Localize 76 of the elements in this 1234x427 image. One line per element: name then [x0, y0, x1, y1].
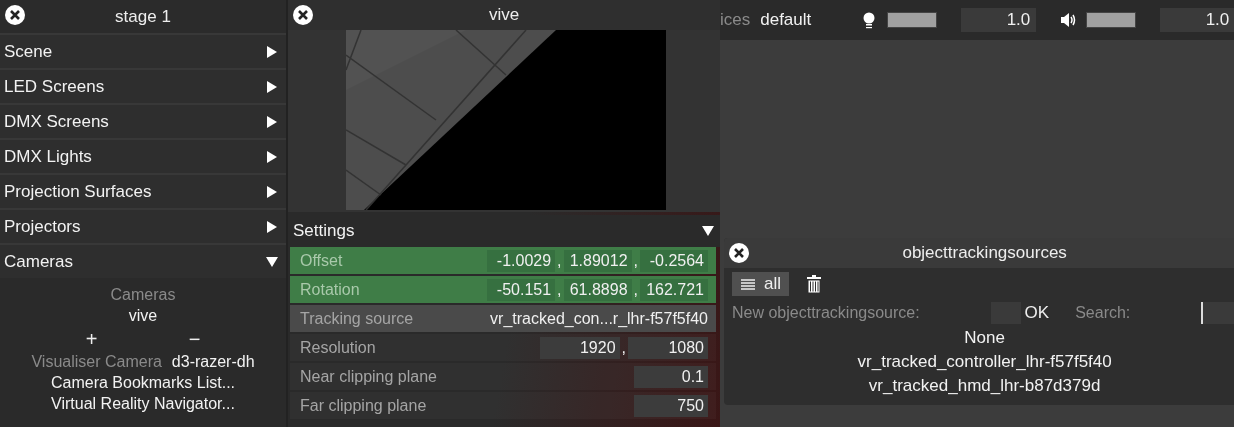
- property-label: Rotation: [300, 280, 360, 299]
- section-label: Scene: [4, 41, 53, 62]
- separator-text: ,: [621, 338, 626, 357]
- section-header[interactable]: Cameras: [0, 243, 286, 278]
- volume-slider[interactable]: [1086, 12, 1137, 28]
- section-header[interactable]: Scene: [0, 33, 286, 68]
- property-label: Resolution: [300, 338, 376, 357]
- menu-link[interactable]: Camera Bookmarks List...: [50, 374, 236, 392]
- panel-title: stage 1: [115, 6, 171, 27]
- camera-value[interactable]: d3-razer-dh: [171, 353, 255, 371]
- separator-text: ,: [557, 280, 562, 299]
- filter-button[interactable]: all: [732, 272, 789, 296]
- number-field[interactable]: 1.0: [1160, 8, 1234, 32]
- number-field[interactable]: -1.0029: [487, 249, 556, 272]
- search-field[interactable]: [1201, 302, 1234, 324]
- caret-right-icon[interactable]: [266, 220, 278, 233]
- remove-button[interactable]: −: [182, 328, 207, 350]
- section-label: Settings: [293, 221, 355, 241]
- section-header[interactable]: Projectors: [0, 208, 286, 243]
- number-field[interactable]: 0.1: [634, 365, 708, 388]
- close-icon[interactable]: [4, 4, 26, 26]
- section-header[interactable]: LED Screens: [0, 68, 286, 103]
- caret-right-icon[interactable]: [266, 80, 278, 93]
- number-field[interactable]: 1920: [539, 336, 620, 359]
- section-label: Projectors: [4, 216, 81, 237]
- panel-title: vive: [488, 5, 520, 25]
- dropdown-value[interactable]: vr_tracked_con...r_lhr-f57f5f40: [490, 309, 708, 328]
- caret-down-icon[interactable]: [702, 225, 714, 237]
- number-field[interactable]: 162.721: [640, 278, 708, 301]
- speaker-icon: [1060, 11, 1077, 29]
- property-label: Offset: [300, 251, 343, 270]
- section-label: Projection Surfaces: [4, 181, 152, 202]
- section-label: DMX Lights: [4, 146, 92, 167]
- number-field[interactable]: 750: [634, 394, 708, 417]
- list-item[interactable]: vr_tracked_hmd_lhr-b87d379d: [868, 374, 1101, 398]
- close-icon[interactable]: [728, 242, 750, 264]
- caret-right-icon[interactable]: [266, 115, 278, 128]
- separator-text: ,: [557, 251, 562, 270]
- number-field[interactable]: -50.151: [487, 278, 556, 301]
- field-label: Search:: [1075, 304, 1131, 322]
- property-label: Tracking source: [300, 309, 414, 328]
- caret-down-icon[interactable]: [266, 255, 278, 268]
- field-label: ices: [720, 10, 751, 30]
- section-header[interactable]: DMX Screens: [0, 103, 286, 138]
- ok-button[interactable]: OK: [1020, 303, 1054, 323]
- list-icon: [740, 278, 756, 290]
- camera-item[interactable]: vive: [128, 307, 158, 325]
- property-label: Far clipping plane: [300, 396, 427, 415]
- list-item[interactable]: vr_tracked_controller_lhr-f57f5f40: [857, 350, 1112, 374]
- number-field[interactable]: 1.0: [961, 8, 1037, 32]
- field-label: Visualiser Camera: [31, 353, 162, 371]
- section-label: Cameras: [4, 251, 73, 272]
- field-label: New objecttrackingsource:: [732, 304, 920, 322]
- device-value[interactable]: default: [760, 10, 812, 30]
- brightness-slider[interactable]: [887, 12, 938, 28]
- separator-text: ,: [633, 280, 638, 299]
- number-field[interactable]: 1080: [628, 336, 708, 359]
- number-field[interactable]: 1.89012: [563, 249, 632, 272]
- caret-right-icon[interactable]: [266, 150, 278, 163]
- caret-right-icon[interactable]: [266, 45, 278, 58]
- property-label: Near clipping plane: [300, 367, 437, 386]
- number-field[interactable]: 61.8898: [563, 278, 632, 301]
- close-icon[interactable]: [292, 4, 314, 26]
- section-header[interactable]: Projection Surfaces: [0, 173, 286, 208]
- list-item[interactable]: None: [964, 326, 1005, 350]
- menu-link[interactable]: Virtual Reality Navigator...: [51, 395, 235, 413]
- list-heading: Cameras: [110, 286, 176, 304]
- section-header[interactable]: DMX Lights: [0, 138, 286, 173]
- add-button[interactable]: +: [79, 328, 104, 350]
- number-field[interactable]: -0.2564: [640, 249, 708, 272]
- section-label: DMX Screens: [4, 111, 109, 132]
- separator-text: ,: [633, 251, 638, 270]
- caret-right-icon[interactable]: [266, 185, 278, 198]
- section-label: LED Screens: [4, 76, 105, 97]
- trash-icon[interactable]: [807, 275, 821, 293]
- panel-title: objecttrackingsources: [902, 243, 1067, 263]
